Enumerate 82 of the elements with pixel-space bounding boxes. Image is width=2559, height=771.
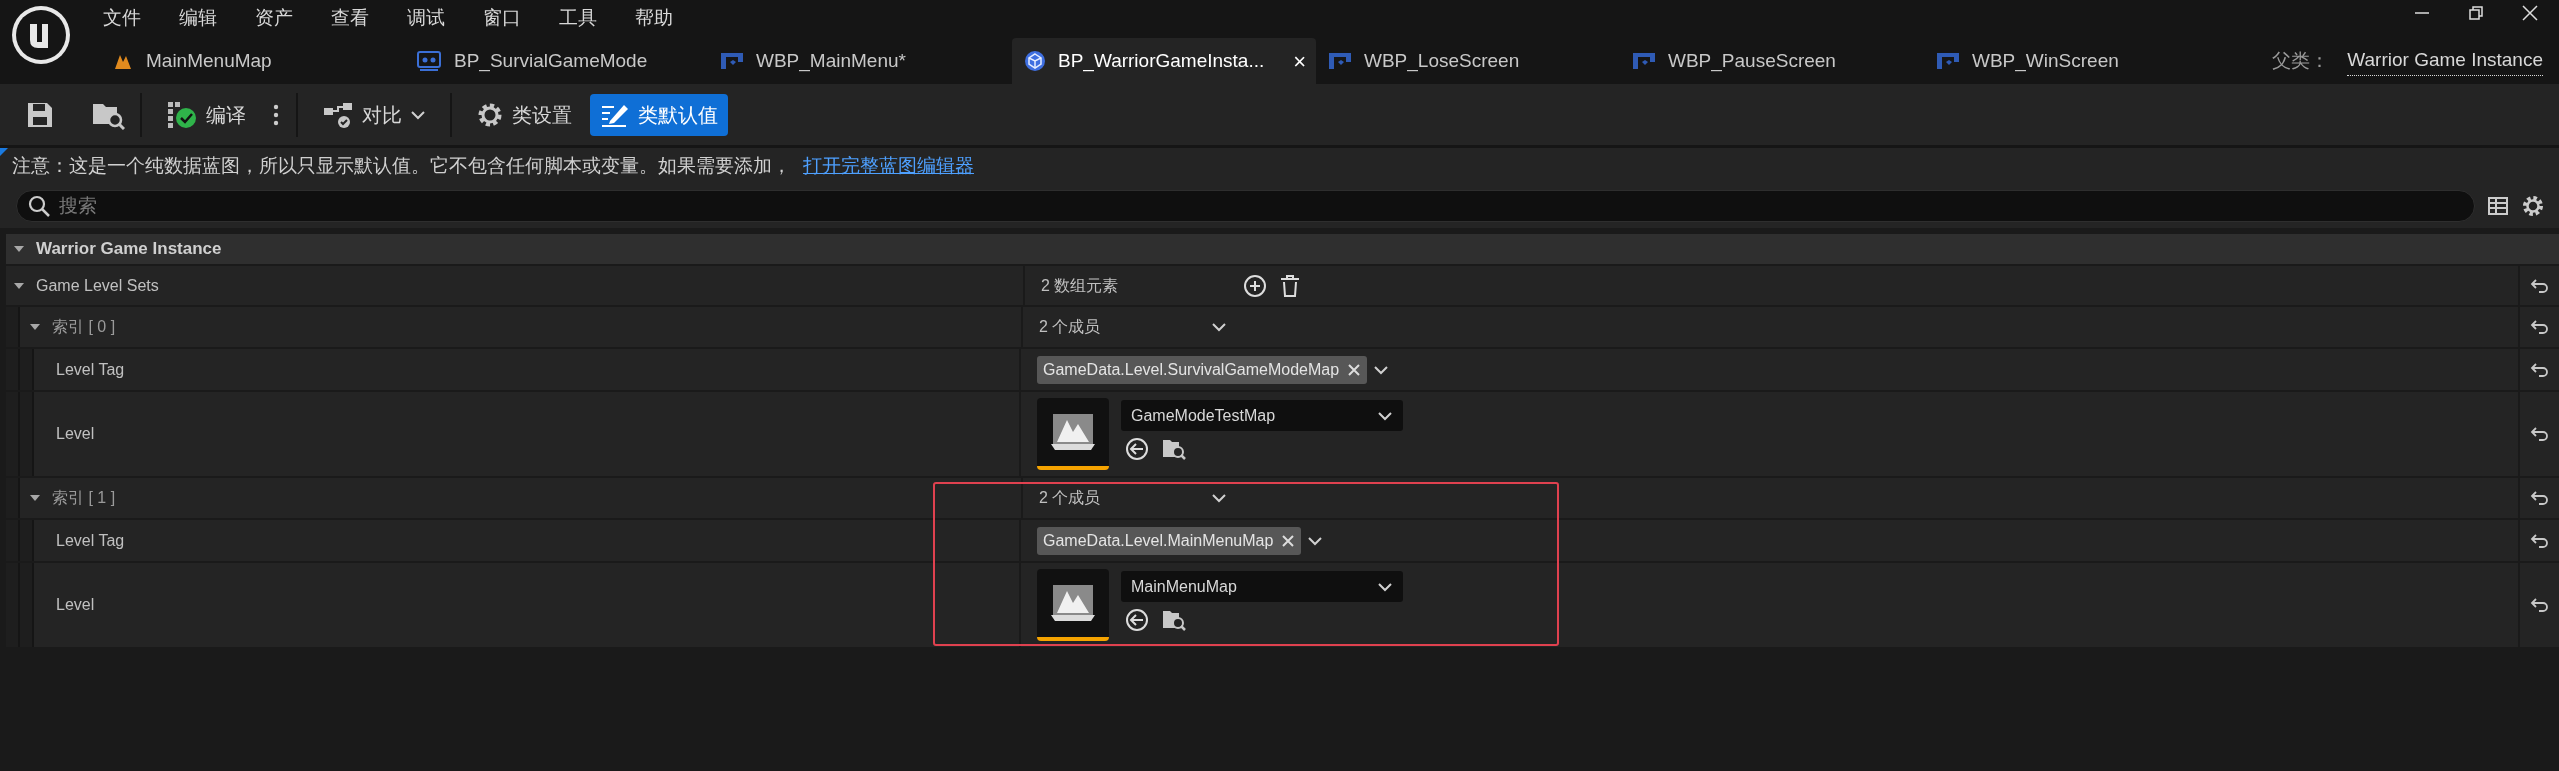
document-tab[interactable]: WBP_PauseScreen bbox=[1620, 38, 1924, 84]
category-header[interactable]: Warrior Game Instance bbox=[6, 234, 2559, 264]
reset-arrow-icon[interactable] bbox=[2529, 597, 2550, 613]
open-editor-link[interactable]: 打开完整蓝图编辑器 bbox=[803, 151, 974, 181]
menu-item[interactable]: 文件 bbox=[92, 3, 168, 33]
field-label: Level bbox=[56, 424, 95, 444]
tab-label: WBP_WinScreen bbox=[1972, 48, 2119, 74]
caret-icon[interactable] bbox=[1373, 364, 1390, 375]
tab-label: WBP_PauseScreen bbox=[1668, 48, 1836, 74]
settings-icon[interactable] bbox=[2521, 194, 2545, 218]
document-tab[interactable]: MainMenuMap bbox=[100, 38, 404, 84]
tab-label: BP_WarriorGameInsta... bbox=[1058, 48, 1265, 74]
tab-label: WBP_MainMenu* bbox=[756, 48, 906, 74]
cube-icon bbox=[1024, 50, 1046, 72]
reset-arrow-icon[interactable] bbox=[2529, 319, 2550, 335]
field-label: Level bbox=[56, 595, 95, 615]
browse-folder-icon[interactable] bbox=[1161, 608, 1187, 632]
notice-text: 注意：这是一个纯数据蓝图，所以只显示默认值。它不包含任何脚本或变量。如果需要添加， bbox=[12, 153, 791, 178]
document-tab[interactable]: WBP_MainMenu* bbox=[708, 38, 1012, 84]
menu-item[interactable]: 工具 bbox=[548, 3, 624, 33]
close-icon[interactable] bbox=[2521, 4, 2539, 22]
trash-icon[interactable] bbox=[1279, 273, 1301, 298]
diff-button[interactable]: 对比 bbox=[312, 93, 436, 136]
widget-icon bbox=[1632, 51, 1656, 71]
restore-icon[interactable] bbox=[2467, 4, 2485, 22]
menu-item[interactable]: 帮助 bbox=[624, 3, 700, 33]
menu-item[interactable]: 资产 bbox=[244, 3, 320, 33]
caret-icon bbox=[410, 109, 426, 120]
caret-icon bbox=[1377, 410, 1393, 421]
asset-dropdown[interactable]: GameModeTestMap bbox=[1121, 400, 1403, 431]
widget-icon bbox=[1936, 51, 1960, 71]
element-label: 索引 [ 1 ] bbox=[52, 488, 116, 508]
mountain-icon bbox=[1051, 583, 1095, 623]
compile-check-icon bbox=[166, 99, 198, 130]
field-label: Level Tag bbox=[56, 530, 125, 551]
property-label: Game Level Sets bbox=[36, 275, 159, 296]
tab-label: MainMenuMap bbox=[146, 48, 272, 73]
browse-folder-icon[interactable] bbox=[1161, 437, 1187, 461]
document-tab[interactable]: BP_WarriorGameInsta... × bbox=[1012, 38, 1316, 84]
widget-icon bbox=[720, 51, 744, 71]
mountain-icon bbox=[1051, 412, 1095, 452]
document-tab[interactable]: WBP_LoseScreen bbox=[1316, 38, 1620, 84]
menu-item[interactable]: 查看 bbox=[320, 3, 396, 33]
tab-label: WBP_LoseScreen bbox=[1364, 48, 1520, 74]
class-defaults-button[interactable]: 类默认值 bbox=[590, 93, 728, 136]
reset-arrow-icon[interactable] bbox=[2529, 490, 2550, 506]
add-icon[interactable] bbox=[1243, 273, 1267, 298]
menu-item[interactable]: 编辑 bbox=[168, 3, 244, 33]
document-tab[interactable]: WBP_WinScreen bbox=[1924, 38, 2228, 84]
menu-item[interactable]: 窗口 bbox=[472, 3, 548, 33]
widget-icon bbox=[1328, 51, 1352, 71]
caret-icon[interactable] bbox=[1307, 535, 1324, 546]
unreal-logo-icon[interactable] bbox=[10, 4, 72, 66]
gameplay-tag[interactable]: GameData.Level.SurvivalGameModeMap bbox=[1037, 355, 1368, 384]
member-count: 2 个成员 bbox=[1039, 488, 1102, 508]
menu-item[interactable]: 调试 bbox=[396, 3, 472, 33]
parent-class-label: 父类： bbox=[2272, 48, 2330, 73]
reset-arrow-icon[interactable] bbox=[2529, 361, 2550, 378]
reset-arrow-icon[interactable] bbox=[2529, 277, 2550, 294]
field-label: Level Tag bbox=[56, 359, 125, 380]
gameplay-tag[interactable]: GameData.Level.MainMenuMap bbox=[1037, 526, 1302, 555]
array-count: 2 数组元素 bbox=[1041, 275, 1120, 296]
element-label: 索引 [ 0 ] bbox=[52, 317, 116, 337]
compile-button[interactable]: 编译 bbox=[156, 93, 256, 136]
use-selected-icon[interactable] bbox=[1125, 437, 1149, 461]
class-settings-button[interactable]: 类设置 bbox=[466, 93, 582, 136]
corner-marker-icon bbox=[0, 148, 8, 156]
reset-arrow-icon[interactable] bbox=[2529, 426, 2550, 442]
caret-icon[interactable] bbox=[1211, 493, 1227, 503]
parent-class-link[interactable]: Warrior Game Instance bbox=[2347, 46, 2543, 76]
gamepad-icon bbox=[416, 50, 442, 72]
tab-close-button[interactable]: × bbox=[1293, 44, 1306, 78]
reset-arrow-icon[interactable] bbox=[2529, 532, 2550, 549]
table-view-icon[interactable] bbox=[2487, 195, 2509, 217]
caret-icon bbox=[1377, 581, 1393, 592]
member-count: 2 个成员 bbox=[1039, 317, 1102, 337]
asset-dropdown[interactable]: MainMenuMap bbox=[1121, 571, 1403, 602]
search-icon bbox=[27, 194, 51, 218]
tab-label: BP_SurvialGameMode bbox=[454, 48, 648, 74]
caret-icon[interactable] bbox=[1211, 322, 1227, 332]
document-tab[interactable]: BP_SurvialGameMode bbox=[404, 38, 708, 84]
use-selected-icon[interactable] bbox=[1125, 608, 1149, 632]
